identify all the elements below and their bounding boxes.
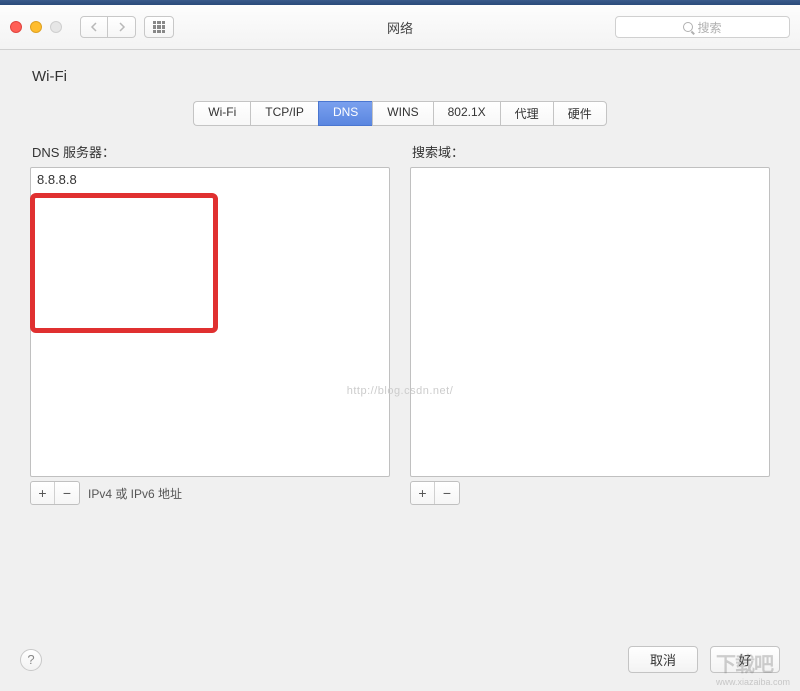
dns-add-remove-group: + − [30,481,80,505]
dns-add-button[interactable]: + [31,482,55,504]
dns-servers-column: DNS 服务器： 8.8.8.8 + − IPv4 或 IPv6 地址 [30,142,390,505]
connection-label: Wi-Fi [32,68,67,85]
dns-remove-button[interactable]: − [55,482,79,504]
chevron-right-icon [118,22,126,32]
maximize-window-button[interactable] [50,21,62,33]
tab-wifi[interactable]: Wi-Fi [193,101,250,126]
tab-hardware[interactable]: 硬件 [553,101,607,126]
forward-button[interactable] [108,16,136,38]
back-button[interactable] [80,16,108,38]
window-title: 网络 [387,18,413,37]
search-domains-list[interactable] [410,167,770,477]
tab-wins[interactable]: WINS [372,101,432,126]
dns-servers-list[interactable]: 8.8.8.8 [30,167,390,477]
chevron-left-icon [90,22,98,32]
dns-list-controls: + − IPv4 或 IPv6 地址 [30,481,390,505]
window-controls [10,21,62,33]
toolbar: 网络 搜索 [0,5,800,50]
connection-header: Wi-Fi [20,68,780,85]
search-domains-column: 搜索域： + − [410,142,770,505]
cancel-button[interactable]: 取消 [628,646,698,673]
grid-icon [153,21,165,33]
tab-bar: Wi-Fi TCP/IP DNS WINS 802.1X 代理 硬件 [20,101,780,126]
dns-columns: DNS 服务器： 8.8.8.8 + − IPv4 或 IPv6 地址 搜索域：… [20,142,780,505]
dns-servers-label: DNS 服务器： [30,142,390,161]
tab-8021x[interactable]: 802.1X [433,101,500,126]
tab-dns[interactable]: DNS [318,101,372,126]
footer: ? 取消 好 [20,646,780,673]
minimize-window-button[interactable] [30,21,42,33]
search-domain-remove-button[interactable]: − [435,482,459,504]
dns-hint: IPv4 或 IPv6 地址 [88,485,182,502]
search-input[interactable]: 搜索 [615,16,790,38]
tab-proxy[interactable]: 代理 [500,101,553,126]
search-placeholder: 搜索 [697,19,721,36]
help-button[interactable]: ? [20,649,42,671]
site-watermark-sub: www.xiazaiba.com [716,677,790,687]
search-domains-add-remove-group: + − [410,481,460,505]
close-window-button[interactable] [10,21,22,33]
search-domain-add-button[interactable]: + [411,482,435,504]
tab-tcpip[interactable]: TCP/IP [250,101,318,126]
content-area: Wi-Fi Wi-Fi TCP/IP DNS WINS 802.1X 代理 硬件… [0,50,800,691]
search-domains-label: 搜索域： [410,142,770,161]
nav-buttons [80,16,136,38]
footer-buttons: 取消 好 [628,646,780,673]
search-icon [683,22,693,32]
dns-server-entry[interactable]: 8.8.8.8 [37,172,383,187]
show-all-button[interactable] [144,16,174,38]
search-domains-controls: + − [410,481,770,505]
ok-button[interactable]: 好 [710,646,780,673]
